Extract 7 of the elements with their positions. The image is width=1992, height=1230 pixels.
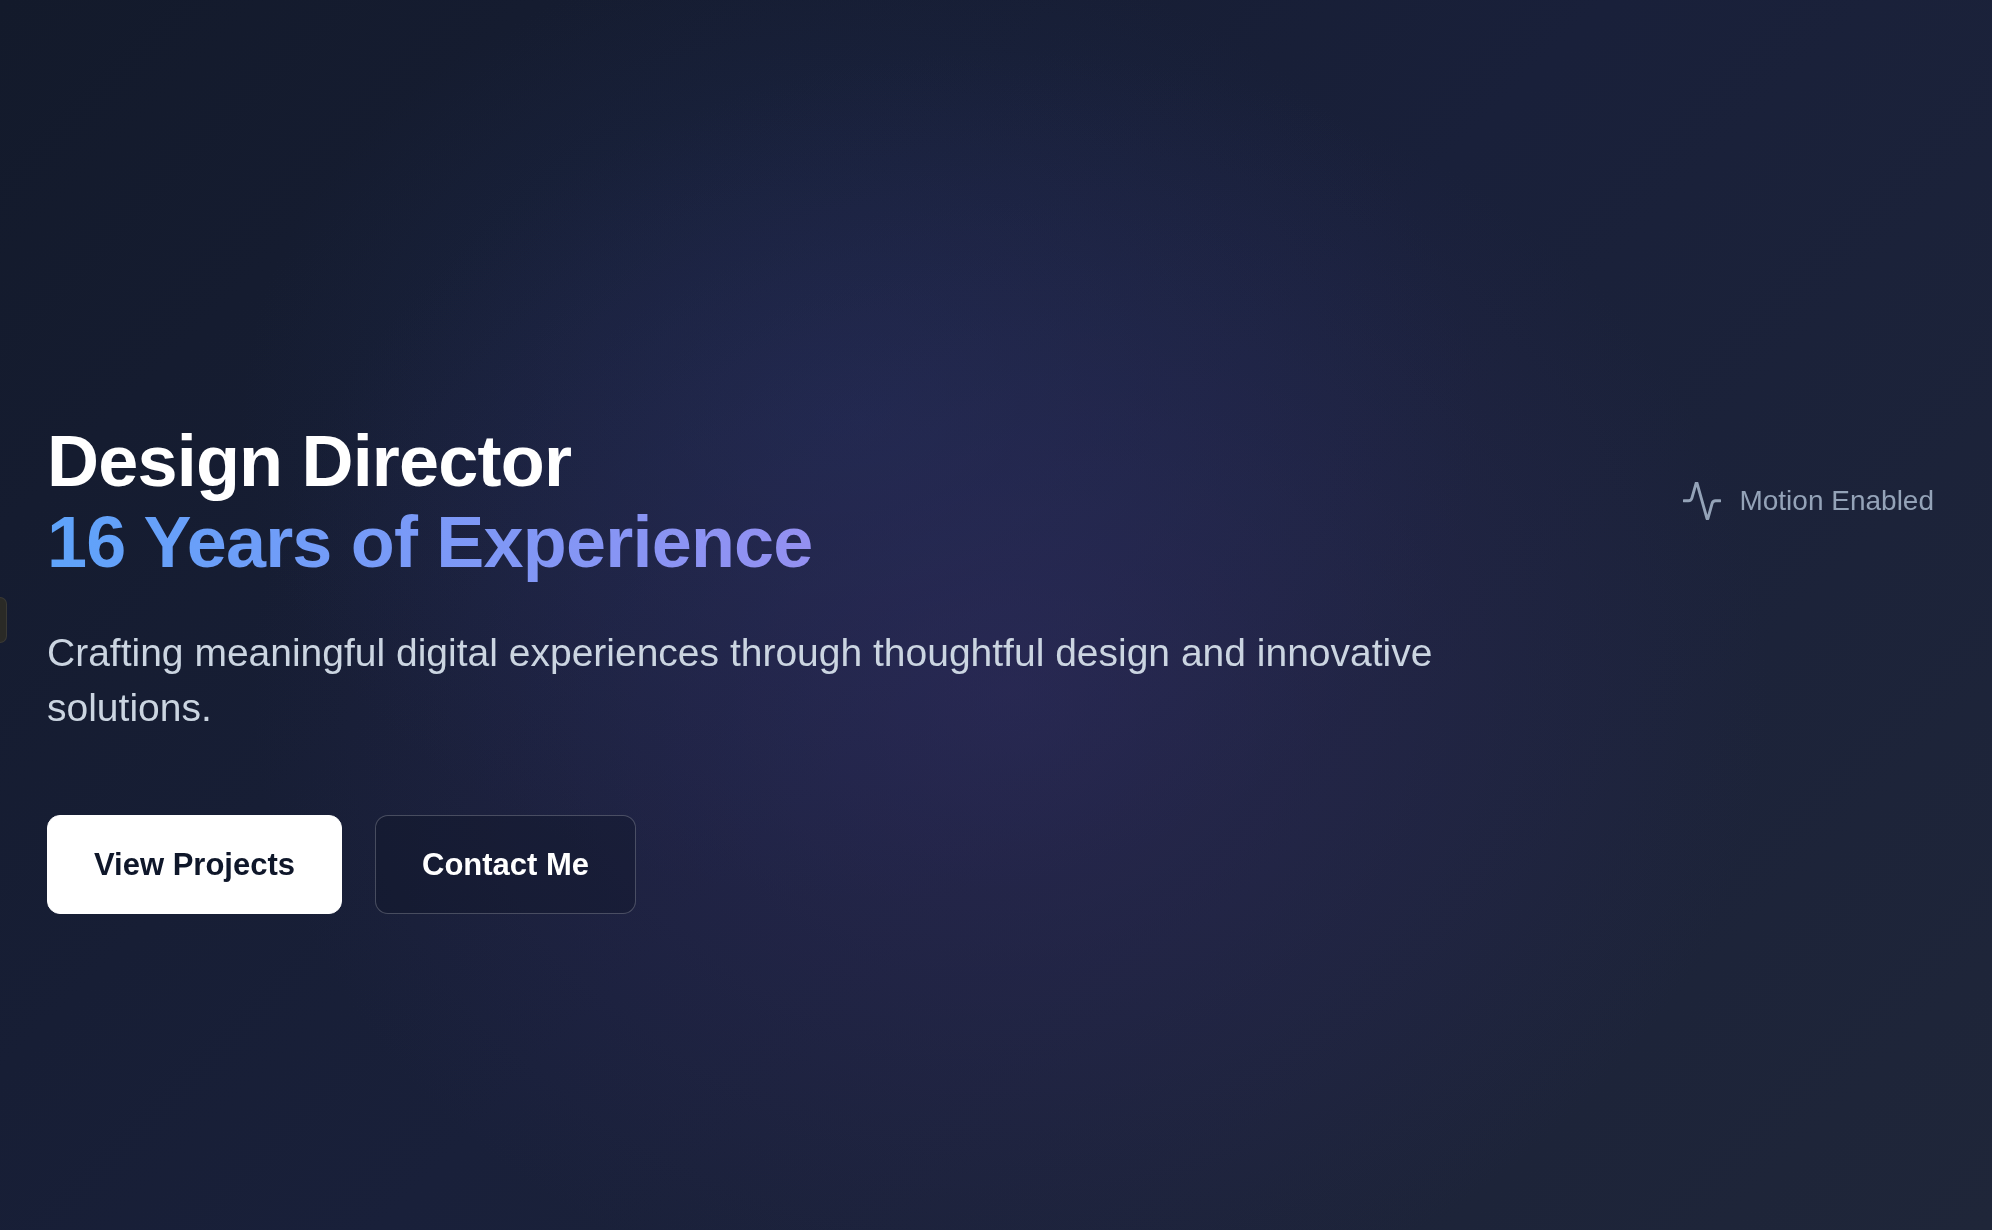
outline-button[interactable]: Contact Me [375, 815, 637, 914]
hero-description: Crafting meaningful digital experiences through thoughtful design and innovative solutions. [47, 630, 1434, 731]
pulse-icon [1683, 482, 1722, 520]
side-tab[interactable] [0, 597, 7, 643]
primary-button[interactable]: View Projects [47, 815, 343, 914]
hero-title: Design Director [47, 421, 572, 502]
motion-status-label: Motion Enabled [1739, 485, 1934, 517]
